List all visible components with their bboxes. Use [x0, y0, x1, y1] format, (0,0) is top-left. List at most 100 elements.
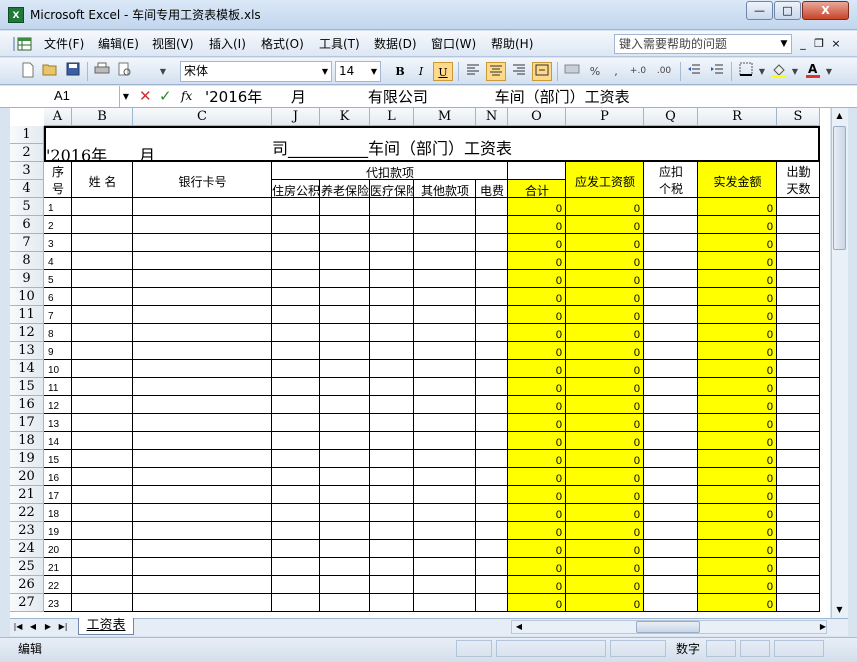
table-cell[interactable]	[476, 324, 508, 342]
table-cell[interactable]	[72, 594, 133, 612]
table-cell[interactable]	[370, 198, 414, 216]
table-cell[interactable]: 0	[508, 360, 566, 378]
row-header[interactable]: 1	[10, 126, 44, 144]
increase-indent-icon[interactable]	[707, 62, 727, 81]
table-cell[interactable]	[320, 252, 370, 270]
vertical-scroll-thumb[interactable]	[833, 126, 846, 250]
table-cell[interactable]: 0	[508, 576, 566, 594]
table-cell[interactable]	[370, 468, 414, 486]
table-cell[interactable]	[320, 594, 370, 612]
table-cell[interactable]: 0	[508, 252, 566, 270]
table-cell[interactable]	[272, 540, 320, 558]
header-other[interactable]: 其他款项	[414, 180, 476, 198]
toolbar-options-icon[interactable]: ▼	[157, 62, 169, 81]
table-cell[interactable]	[272, 270, 320, 288]
table-cell[interactable]	[133, 342, 272, 360]
header-electricity[interactable]: 电费	[476, 180, 508, 198]
table-cell[interactable]	[72, 522, 133, 540]
table-cell[interactable]: 0	[566, 450, 644, 468]
insert-function-icon[interactable]: fx	[181, 86, 197, 106]
align-right-icon[interactable]	[509, 62, 529, 81]
print-preview-icon[interactable]	[115, 62, 135, 81]
row-header[interactable]: 23	[10, 522, 44, 540]
table-cell[interactable]	[320, 378, 370, 396]
table-cell[interactable]	[777, 576, 820, 594]
table-cell[interactable]	[133, 306, 272, 324]
table-cell[interactable]: 18	[44, 504, 72, 522]
menu-tools[interactable]: 工具(T)	[317, 36, 362, 52]
table-cell[interactable]: 0	[508, 558, 566, 576]
next-sheet-icon[interactable]: ▶	[42, 620, 54, 634]
table-cell[interactable]	[370, 450, 414, 468]
table-cell[interactable]	[476, 450, 508, 468]
table-cell[interactable]	[414, 342, 476, 360]
table-cell[interactable]	[72, 576, 133, 594]
table-cell[interactable]	[272, 234, 320, 252]
align-center-icon[interactable]	[486, 62, 506, 81]
table-cell[interactable]: 0	[508, 270, 566, 288]
table-cell[interactable]	[476, 594, 508, 612]
table-cell[interactable]	[644, 486, 698, 504]
table-cell[interactable]: 0	[508, 198, 566, 216]
table-cell[interactable]	[476, 522, 508, 540]
table-cell[interactable]	[414, 468, 476, 486]
table-cell[interactable]	[72, 342, 133, 360]
table-cell[interactable]	[644, 234, 698, 252]
table-cell[interactable]	[777, 486, 820, 504]
table-cell[interactable]	[414, 234, 476, 252]
currency-icon[interactable]	[562, 62, 582, 81]
table-cell[interactable]	[272, 504, 320, 522]
table-cell[interactable]	[777, 522, 820, 540]
table-cell[interactable]	[476, 270, 508, 288]
window-close-button[interactable]: X	[802, 1, 849, 20]
table-cell[interactable]	[133, 432, 272, 450]
font-color-dropdown-icon[interactable]: ▼	[824, 62, 834, 81]
table-cell[interactable]: 15	[44, 450, 72, 468]
table-cell[interactable]	[644, 432, 698, 450]
title-right-cell[interactable]: 司__________车间（部门）工资表	[272, 126, 820, 162]
column-header[interactable]: P	[566, 108, 644, 126]
menu-view[interactable]: 视图(V)	[150, 36, 196, 52]
table-cell[interactable]	[320, 522, 370, 540]
table-cell[interactable]: 0	[508, 378, 566, 396]
table-cell[interactable]	[476, 234, 508, 252]
header-gross-pay[interactable]: 应发工资额	[566, 162, 644, 198]
table-cell[interactable]	[414, 360, 476, 378]
column-header[interactable]: M	[414, 108, 476, 126]
table-cell[interactable]	[133, 504, 272, 522]
table-cell[interactable]	[72, 486, 133, 504]
row-header[interactable]: 8	[10, 252, 44, 270]
table-cell[interactable]: 0	[698, 594, 777, 612]
row-header[interactable]: 16	[10, 396, 44, 414]
table-cell[interactable]	[272, 216, 320, 234]
italic-button[interactable]: I	[411, 62, 431, 81]
table-cell[interactable]	[133, 540, 272, 558]
table-cell[interactable]: 0	[508, 396, 566, 414]
table-cell[interactable]: 0	[698, 558, 777, 576]
table-cell[interactable]	[777, 504, 820, 522]
table-cell[interactable]: 10	[44, 360, 72, 378]
table-cell[interactable]	[777, 360, 820, 378]
underline-button[interactable]: U	[433, 62, 453, 81]
table-cell[interactable]	[777, 306, 820, 324]
column-header[interactable]: K	[320, 108, 370, 126]
row-header[interactable]: 18	[10, 432, 44, 450]
help-search-input[interactable]: 键入需要帮助的问题	[614, 34, 792, 54]
table-cell[interactable]: 3	[44, 234, 72, 252]
table-cell[interactable]: 22	[44, 576, 72, 594]
row-header[interactable]: 14	[10, 360, 44, 378]
table-cell[interactable]	[644, 450, 698, 468]
column-header[interactable]: B	[72, 108, 133, 126]
table-cell[interactable]	[133, 216, 272, 234]
table-cell[interactable]	[414, 252, 476, 270]
table-cell[interactable]: 8	[44, 324, 72, 342]
save-icon[interactable]	[63, 62, 83, 81]
table-cell[interactable]: 0	[566, 540, 644, 558]
table-cell[interactable]	[320, 198, 370, 216]
table-cell[interactable]: 0	[508, 540, 566, 558]
table-cell[interactable]	[320, 216, 370, 234]
table-cell[interactable]	[644, 414, 698, 432]
table-cell[interactable]	[414, 198, 476, 216]
column-header[interactable]: J	[272, 108, 320, 126]
table-cell[interactable]	[320, 432, 370, 450]
